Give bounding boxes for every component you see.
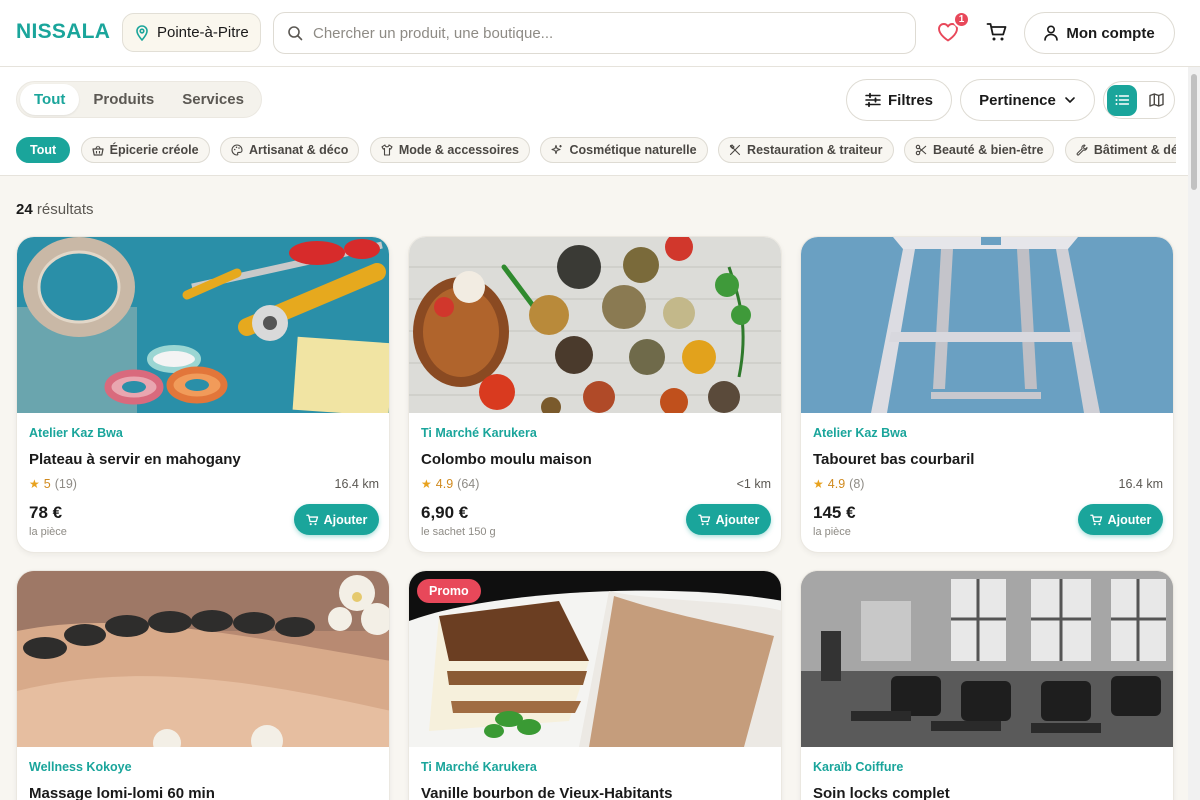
add-to-cart-button[interactable]: Ajouter <box>294 504 379 535</box>
utensils-icon <box>729 144 741 156</box>
user-icon <box>1044 25 1059 41</box>
search-input[interactable] <box>313 24 873 42</box>
filters-button[interactable]: Filtres <box>846 79 952 121</box>
product-card[interactable]: Wellness Kokoye Massage lomi-lomi 60 min <box>16 570 390 800</box>
product-image-hot-stones[interactable] <box>17 571 389 747</box>
location-selector[interactable]: Pointe-à-Pitre <box>122 13 261 52</box>
product-title[interactable]: Colombo moulu maison <box>421 451 592 468</box>
sort-label: Pertinence <box>979 91 1056 109</box>
cart-icon <box>697 514 710 525</box>
product-unit: la pièce <box>29 526 67 538</box>
logo[interactable]: NISSALA <box>16 20 110 44</box>
shop-name[interactable]: Wellness Kokoye <box>29 760 132 774</box>
cart-button[interactable] <box>983 18 1011 46</box>
chevron-down-icon <box>1065 97 1075 103</box>
chip-cosmetique-naturelle[interactable]: Cosmétique naturelle <box>540 137 708 163</box>
chip-tout[interactable]: Tout <box>16 137 71 163</box>
type-tabs: Tout Produits Services <box>16 81 262 118</box>
wrench-icon <box>1076 144 1088 156</box>
add-to-cart-button[interactable]: Ajouter <box>686 504 771 535</box>
tab-tout[interactable]: Tout <box>20 84 80 115</box>
shop-name[interactable]: Ti Marché Karukera <box>421 760 537 774</box>
filter-toolbar: Tout Produits Services Filtres Pertinenc… <box>0 67 1188 176</box>
sparkles-icon <box>551 144 563 155</box>
sort-dropdown[interactable]: Pertinence <box>960 79 1095 121</box>
chip-mode-accessoires[interactable]: Mode & accessoires <box>369 137 531 163</box>
shop-name[interactable]: Atelier Kaz Bwa <box>29 426 123 440</box>
chip-beaute-bien-etre[interactable]: Beauté & bien-être <box>903 137 1055 163</box>
product-image-craft-tools[interactable] <box>17 237 389 413</box>
view-toggle <box>1103 81 1175 119</box>
cart-icon <box>305 514 318 525</box>
scissors-icon <box>915 144 927 156</box>
chip-epicerie-creole[interactable]: Épicerie créole <box>80 137 210 163</box>
product-price: 6,90 € <box>421 503 469 522</box>
product-image-spices[interactable] <box>409 237 781 413</box>
star-icon: ★ <box>421 477 432 491</box>
product-card[interactable]: Promo Ti Marché Karukera Vanille bourbon… <box>408 570 782 800</box>
results-count: 24 résultats <box>16 201 94 218</box>
search-bar[interactable] <box>273 12 916 54</box>
map-icon <box>1148 93 1164 107</box>
basket-icon <box>92 145 104 156</box>
sliders-icon <box>865 92 881 108</box>
product-rating: ★ 5 (19) <box>29 477 77 491</box>
tab-produits[interactable]: Produits <box>79 84 168 115</box>
scrollbar-thumb[interactable] <box>1191 74 1197 190</box>
shirt-icon <box>381 144 393 156</box>
product-card[interactable]: Ti Marché Karukera Colombo moulu maison … <box>408 236 782 553</box>
product-unit: le sachet 150 g <box>421 526 496 538</box>
product-unit: la pièce <box>813 526 851 538</box>
shop-name[interactable]: Ti Marché Karukera <box>421 426 537 440</box>
chip-artisanat-deco[interactable]: Artisanat & déco <box>220 137 360 163</box>
shop-name[interactable]: Atelier Kaz Bwa <box>813 426 907 440</box>
list-view-button[interactable] <box>1107 84 1137 116</box>
star-icon: ★ <box>29 477 40 491</box>
product-card[interactable]: Karaïb Coiffure Soin locks complet <box>800 570 1174 800</box>
product-price: 78 € <box>29 503 63 522</box>
product-distance: 16.4 km <box>1118 477 1163 491</box>
account-label: Mon compte <box>1066 24 1155 42</box>
top-header: NISSALA Pointe-à-Pitre 1 Mon compte <box>0 0 1200 67</box>
cart-icon <box>1089 514 1102 525</box>
product-image-salon[interactable] <box>801 571 1173 747</box>
product-image-stool[interactable] <box>801 237 1173 413</box>
product-title[interactable]: Massage lomi-lomi 60 min <box>29 785 215 800</box>
promo-badge: Promo <box>417 579 481 603</box>
chip-restauration-traiteur[interactable]: Restauration & traiteur <box>718 137 894 163</box>
filters-label: Filtres <box>887 91 933 109</box>
map-pin-icon <box>136 24 148 41</box>
star-icon: ★ <box>813 477 824 491</box>
product-price: 145 € <box>813 503 856 522</box>
product-card[interactable]: Atelier Kaz Bwa Tabouret bas courbaril ★… <box>800 236 1174 553</box>
product-title[interactable]: Soin locks complet <box>813 785 950 800</box>
map-view-button[interactable] <box>1141 85 1171 116</box>
product-distance: 16.4 km <box>334 477 379 491</box>
list-icon <box>1115 95 1129 105</box>
product-title[interactable]: Plateau à servir en mahogany <box>29 451 241 468</box>
palette-icon <box>231 144 243 156</box>
account-button[interactable]: Mon compte <box>1024 12 1175 54</box>
product-rating: ★ 4.9 (8) <box>813 477 865 491</box>
product-title[interactable]: Vanille bourbon de Vieux-Habitants <box>421 785 672 800</box>
tab-services[interactable]: Services <box>168 84 258 115</box>
product-rating: ★ 4.9 (64) <box>421 477 480 491</box>
chip-batiment-depannage[interactable]: Bâtiment & dépa <box>1064 137 1176 163</box>
add-to-cart-button[interactable]: Ajouter <box>1078 504 1163 535</box>
shop-name[interactable]: Karaïb Coiffure <box>813 760 903 774</box>
search-icon <box>288 26 303 41</box>
location-label: Pointe-à-Pitre <box>157 24 249 41</box>
product-title[interactable]: Tabouret bas courbaril <box>813 451 974 468</box>
favorites-count-badge: 1 <box>953 11 970 28</box>
category-chips: Tout Épicerie créole Artisanat & déco Mo… <box>16 137 1176 163</box>
product-distance: <1 km <box>736 477 771 491</box>
cart-icon <box>986 23 1007 41</box>
product-card[interactable]: Atelier Kaz Bwa Plateau à servir en maho… <box>16 236 390 553</box>
